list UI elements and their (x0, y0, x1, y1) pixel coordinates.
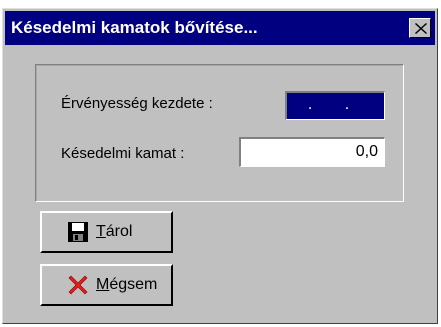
start-date-label: Érvényesség kezdete : (61, 95, 213, 112)
cancel-button-label: Mégsem (96, 276, 158, 293)
floppy-disk-icon (68, 222, 88, 242)
save-button-label: Tárol (96, 223, 133, 240)
cancel-button[interactable]: Mégsem (40, 264, 173, 306)
form-group-panel (35, 64, 404, 202)
close-icon (415, 23, 427, 34)
title-bar[interactable]: Késedelmi kamatok bővítése... (5, 11, 435, 45)
start-date-field[interactable]: . . (285, 91, 385, 120)
window-title: Késedelmi kamatok bővítése... (11, 18, 258, 37)
interest-rate-label: Késedelmi kamat : (61, 145, 185, 162)
close-button[interactable] (409, 18, 431, 38)
interest-rate-field[interactable]: 0,0 (239, 137, 385, 167)
red-x-icon (68, 275, 88, 295)
save-button[interactable]: Tárol (40, 211, 173, 253)
